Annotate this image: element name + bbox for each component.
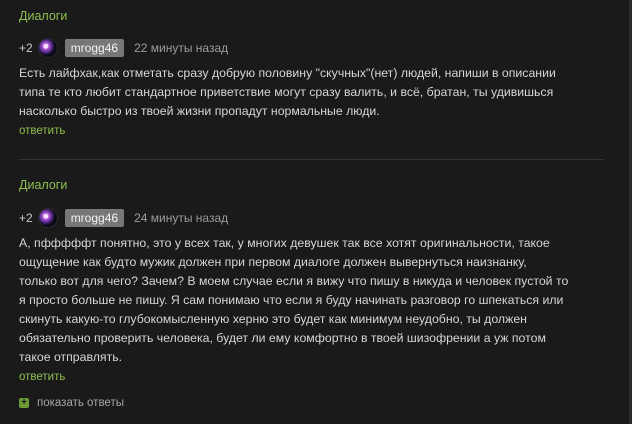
- comment-meta: +2 mrogg46 22 минуты назад: [19, 38, 228, 58]
- comment-text-line: только вот для чего? Зачем? В моем случа…: [19, 274, 569, 288]
- rating-value: +2: [19, 41, 33, 55]
- username-badge[interactable]: mrogg46: [64, 209, 125, 227]
- comment-text: Есть лайфхак,как отметать сразу добрую п…: [19, 64, 604, 121]
- show-replies-label: показать ответы: [37, 397, 124, 409]
- comment-text-line: я просто больше не пишу. Я сам понимаю ч…: [19, 293, 564, 307]
- plus-square-icon: +: [19, 398, 29, 408]
- comment-meta: +2 mrogg46 24 минуты назад: [19, 208, 228, 228]
- comment-timestamp[interactable]: 22 минуты назад: [134, 41, 228, 55]
- reply-link[interactable]: ответить: [19, 371, 65, 383]
- comment-text-line: А, пфффффт понятно, это у всех так, у мн…: [19, 236, 550, 250]
- comment-text-line: обязательно проверить человека, будет ли…: [19, 331, 546, 345]
- comment-text-line: скинуть какую-то глубокомысленную херню …: [19, 312, 527, 326]
- rating-value: +2: [19, 211, 33, 225]
- comment-text: А, пфффффт понятно, это у всех так, у мн…: [19, 234, 604, 367]
- section-title-dialogs[interactable]: Диалоги: [19, 178, 67, 192]
- user-avatar[interactable]: [38, 209, 57, 227]
- comment-text-line: типа те кто любит стандартное приветстви…: [19, 85, 554, 99]
- user-avatar[interactable]: [38, 39, 57, 57]
- comment-text-line: Есть лайфхак,как отметать сразу добрую п…: [19, 66, 556, 80]
- comment-text-line: ощущение как будто мужик должен при перв…: [19, 255, 527, 269]
- comment-divider: [19, 159, 604, 160]
- username-badge[interactable]: mrogg46: [64, 39, 125, 57]
- comment-text-line: насколько быстро из твоей жизни пропадут…: [19, 104, 380, 118]
- show-replies-button[interactable]: + показать ответы: [19, 396, 124, 410]
- reply-link[interactable]: ответить: [19, 125, 65, 137]
- comment-timestamp[interactable]: 24 минуты назад: [134, 211, 228, 225]
- section-title-dialogs[interactable]: Диалоги: [19, 9, 67, 23]
- comment-text-line: такое отправлять.: [19, 350, 123, 364]
